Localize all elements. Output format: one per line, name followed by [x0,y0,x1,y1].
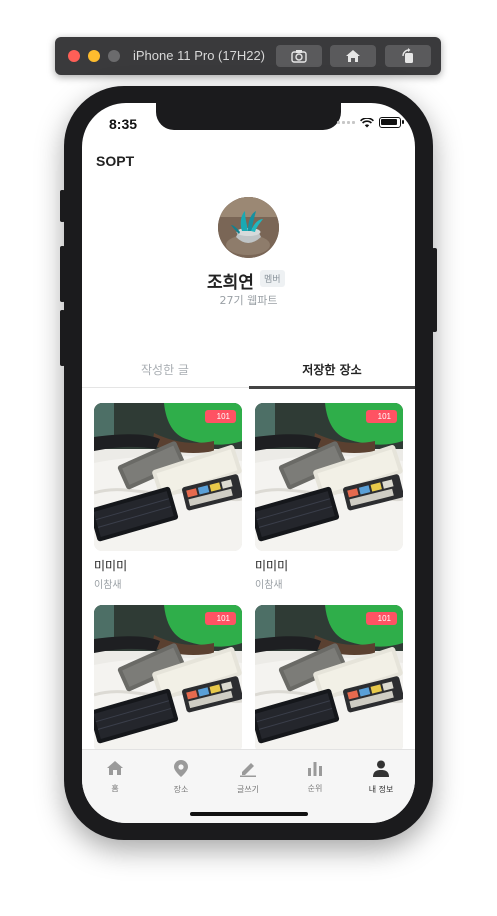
pencil-icon [240,763,256,777]
place-card[interactable]: 101 [94,605,242,759]
place-card[interactable]: 101 미미미 이참새 [255,403,403,591]
place-author: 이참새 [255,580,283,591]
phone-screen: 8:35 SOPT 조희연 멤버 27기 웹파트 작성한 글 저장한 장소 10… [82,103,415,823]
place-thumbnail: 101 [255,605,403,753]
nav-label: 장소 [173,785,189,794]
nav-home[interactable]: 홈 [82,760,148,794]
nav-write[interactable]: 글쓰기 [215,760,281,795]
wifi-icon [360,117,374,127]
home-button[interactable] [330,45,376,67]
screenshot-icon [291,50,307,63]
nav-my-info[interactable]: 내 정보 [348,760,414,795]
minimize-window-button[interactable] [88,50,100,62]
simulator-title: iPhone 11 Pro (17H22) [133,48,266,63]
notch [156,103,341,130]
power-button [432,248,437,332]
cellular-signal-icon [337,121,355,124]
battery-icon [379,117,404,128]
rotate-icon [402,48,413,63]
count-badge: 101 [204,410,236,423]
place-title: 미미미 [94,559,128,573]
close-window-button[interactable] [68,50,80,62]
mute-switch [60,190,65,222]
place-thumbnail: 101 [94,605,242,753]
rotate-button[interactable] [385,45,431,67]
avatar-image [218,197,279,258]
volume-down-button [60,310,65,366]
role-badge: 멤버 [260,270,285,287]
profile-name: 조희연 [207,273,254,293]
volume-up-button [60,246,65,302]
nav-label: 내 정보 [368,785,394,794]
place-thumbnail: 101 [255,403,403,551]
count-badge: 101 [365,410,397,423]
place-title: 미미미 [255,559,289,573]
nav-places[interactable]: 장소 [148,760,214,795]
place-card[interactable]: 101 미미미 이참새 [94,403,242,591]
place-card[interactable]: 101 [255,605,403,759]
simulator-toolbar: iPhone 11 Pro (17H22) [55,37,441,75]
status-indicators [337,117,404,128]
profile-generation: 27기 웹파트 [219,294,278,307]
app-title: SOPT [96,153,135,169]
place-author: 이참새 [94,580,122,591]
nav-label: 순위 [307,784,323,793]
tab-written-posts[interactable]: 작성한 글 [82,361,248,378]
count-badge: 101 [204,612,236,625]
status-time: 8:35 [109,116,138,132]
zoom-window-button[interactable] [108,50,120,62]
avatar[interactable] [218,197,279,258]
home-indicator [190,812,308,816]
map-pin-icon [174,760,188,777]
home-icon [107,761,123,775]
nav-ranking[interactable]: 순위 [282,760,348,794]
screenshot-button[interactable] [276,45,322,67]
nav-label: 글쓰기 [236,785,260,794]
home-icon [346,50,360,62]
bar-chart-icon [308,762,322,776]
person-icon [373,760,389,777]
nav-label: 홈 [111,784,119,793]
place-thumbnail: 101 [94,403,242,551]
tab-saved-places[interactable]: 저장한 장소 [249,361,415,378]
count-badge: 101 [365,612,397,625]
